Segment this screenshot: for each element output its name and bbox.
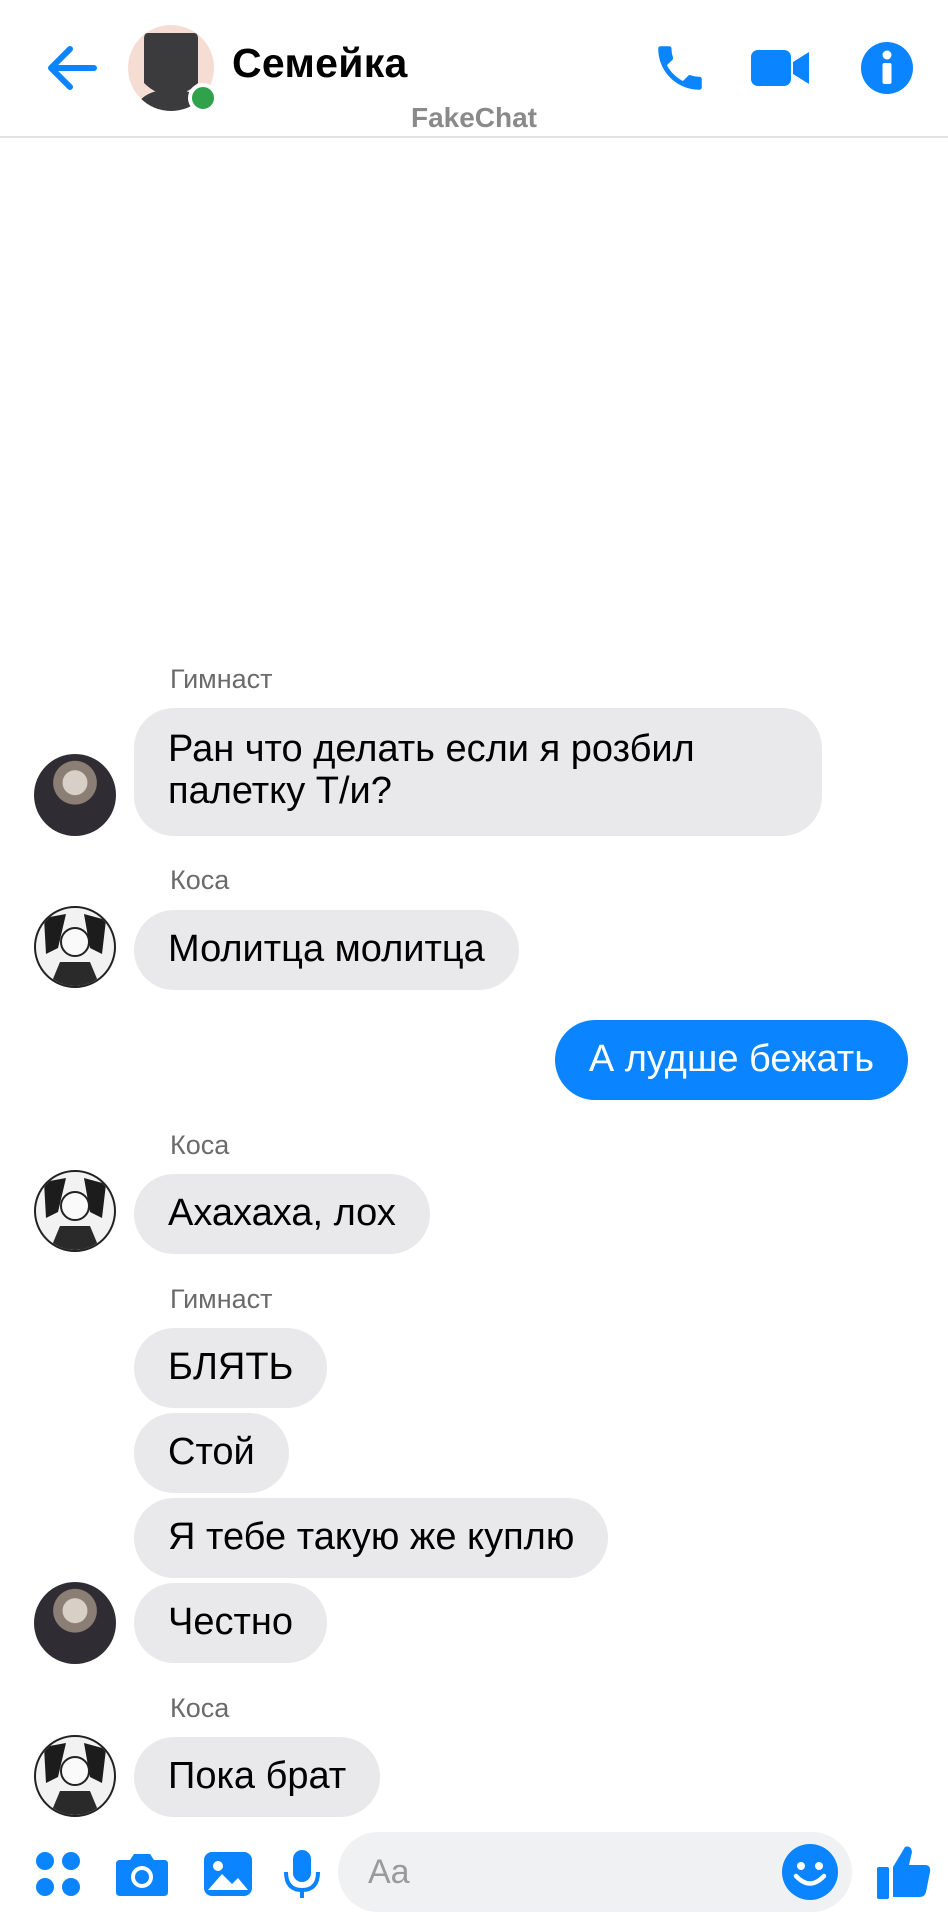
sender-name: Коса: [170, 865, 230, 895]
message-bubble[interactable]: Я тебе такую же куплю: [134, 1498, 609, 1578]
camera-icon[interactable]: [112, 1844, 172, 1904]
chat-header: Семейка FakeChat: [0, 0, 948, 138]
sender-avatar[interactable]: [34, 1582, 116, 1664]
apps-icon[interactable]: [28, 1844, 88, 1904]
sender-avatar[interactable]: [34, 754, 116, 836]
sender-avatar[interactable]: [34, 1735, 116, 1817]
message-bubble[interactable]: Честно: [134, 1583, 327, 1663]
sender-name: Коса: [170, 1130, 230, 1160]
message-bubble[interactable]: Ахахаха, лох: [134, 1174, 430, 1254]
message-bubble[interactable]: Ран что делать если я розбил палетку Т/и…: [134, 708, 822, 836]
message-bubble-outgoing[interactable]: А лудше бежать: [554, 1020, 908, 1100]
thumbs-up-icon[interactable]: [872, 1840, 936, 1904]
sender-avatar[interactable]: [34, 906, 116, 988]
back-arrow-icon[interactable]: [42, 38, 102, 98]
message-bubble[interactable]: Стой: [134, 1413, 289, 1493]
image-icon[interactable]: [198, 1844, 258, 1904]
message-bubble[interactable]: Молитца молитца: [134, 910, 519, 990]
chat-title: Семейка: [232, 40, 408, 86]
message-bubble[interactable]: Пока брат: [134, 1737, 381, 1817]
sender-name: Гимнаст: [170, 1284, 273, 1314]
emoji-icon[interactable]: [778, 1840, 842, 1904]
message-input[interactable]: [338, 1832, 852, 1912]
watermark-label: FakeChat: [410, 102, 538, 133]
message-bubble[interactable]: БЛЯТЬ: [134, 1328, 328, 1408]
group-avatar[interactable]: [128, 25, 218, 113]
sender-name: Гимнаст: [170, 664, 273, 694]
sender-name: Коса: [170, 1693, 230, 1723]
phone-icon[interactable]: [648, 36, 712, 100]
info-icon[interactable]: [855, 36, 919, 100]
composer-bar: [0, 1826, 948, 1920]
sender-avatar[interactable]: [34, 1170, 116, 1252]
video-camera-icon[interactable]: [748, 36, 812, 100]
microphone-icon[interactable]: [272, 1844, 332, 1904]
